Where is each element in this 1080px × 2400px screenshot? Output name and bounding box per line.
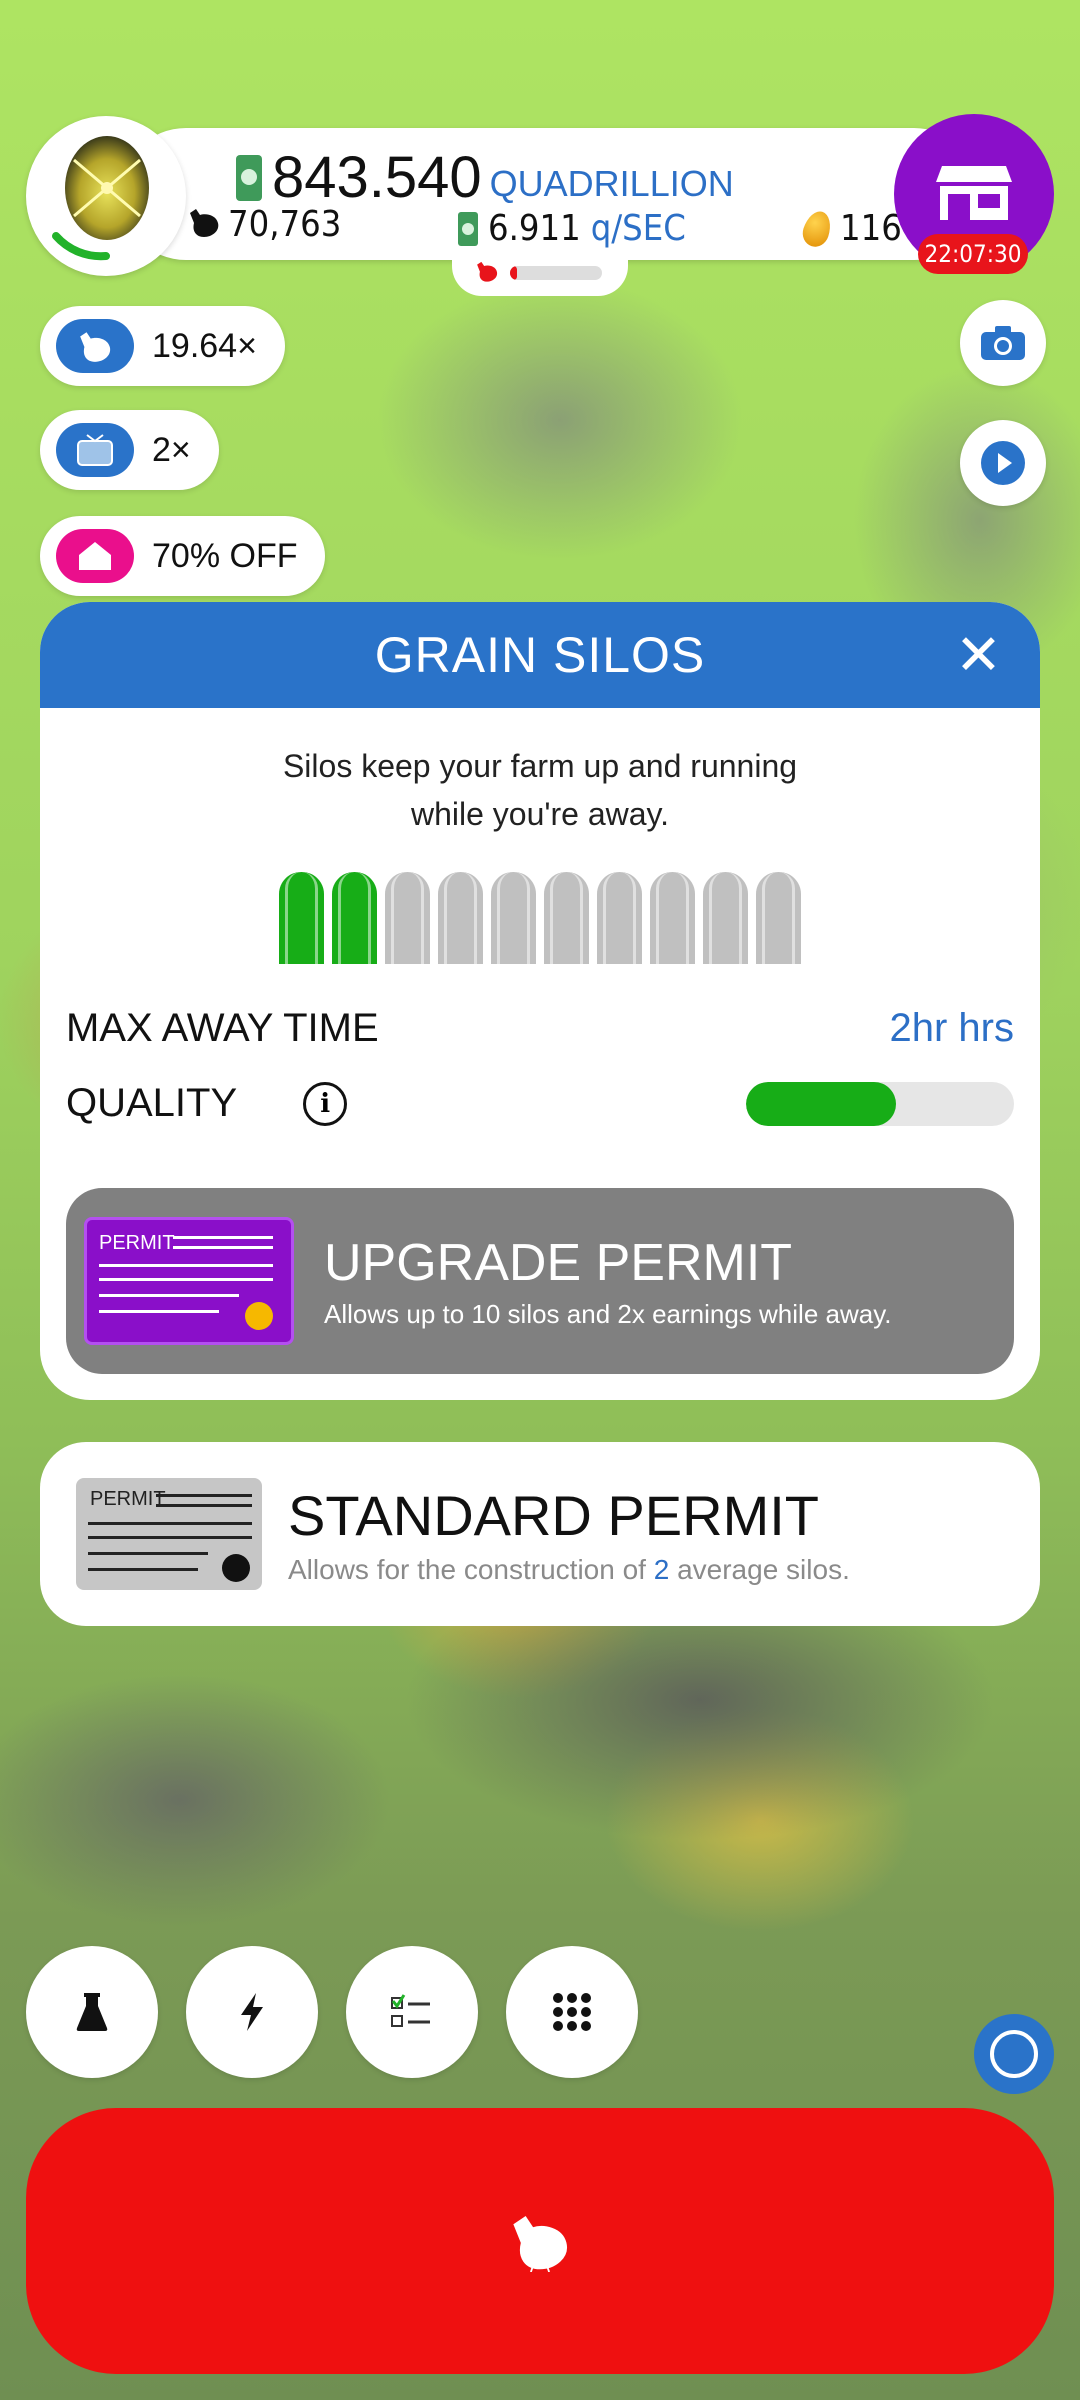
- camera-icon: [981, 326, 1025, 360]
- house-icon: [56, 529, 134, 583]
- silo-empty: [544, 872, 589, 964]
- max-away-row: MAX AWAY TIME 2hr hrs: [40, 1006, 1040, 1051]
- chicken-boost-value: 19.64×: [152, 326, 257, 365]
- play-video-button[interactable]: [960, 420, 1046, 506]
- chicken-icon: [513, 2216, 567, 2272]
- missions-button[interactable]: [346, 1946, 478, 2078]
- rate-value: 6.911: [488, 208, 581, 249]
- hab-sale-pill[interactable]: 70% OFF: [40, 516, 326, 596]
- gray-permit-card-icon: PERMIT: [76, 1478, 262, 1590]
- fusion-egg-icon: [65, 136, 149, 240]
- standard-permit-title: STANDARD PERMIT: [288, 1483, 819, 1547]
- tv-icon: [56, 423, 134, 477]
- chicken-boost-pill[interactable]: 19.64×: [40, 306, 285, 386]
- close-icon[interactable]: ✕: [952, 627, 1006, 683]
- money-unit: QUADRILLION: [489, 163, 734, 204]
- lightning-icon: [241, 1993, 263, 2031]
- permit-card-label: PERMIT: [99, 1232, 175, 1254]
- grid-icon: [553, 1993, 591, 2031]
- standard-permit-subtitle-post: average silos.: [669, 1553, 850, 1585]
- silo-empty: [491, 872, 536, 964]
- top-status-bar: 843.540 QUADRILLION 70,763 6.911 q/SEC 1…: [120, 128, 980, 260]
- cash-icon: [236, 155, 262, 201]
- purple-permit-card-icon: PERMIT: [84, 1217, 294, 1345]
- cash-icon: [458, 211, 478, 246]
- chicken-icon: [186, 205, 222, 244]
- flask-icon: [76, 1993, 108, 2031]
- standard-permit-card: PERMIT STANDARD PERMIT Allows for the co…: [40, 1442, 1040, 1626]
- video-boost-pill[interactable]: 2×: [40, 410, 219, 490]
- standard-permit-subtitle: Allows for the construction of 2 average…: [288, 1554, 850, 1586]
- current-egg-button[interactable]: [26, 116, 186, 276]
- camera-button[interactable]: [960, 300, 1046, 386]
- hab-capacity-tab[interactable]: [452, 250, 628, 296]
- shop-timer: 22:07:30: [918, 234, 1028, 274]
- chicken-count-value: 70,763: [228, 204, 342, 245]
- permit-card-label: PERMIT: [90, 1488, 166, 1510]
- silo-empty: [703, 872, 748, 964]
- boosts-button[interactable]: [186, 1946, 318, 2078]
- golden-egg-icon: [799, 207, 835, 250]
- hab-capacity-bar: [510, 266, 602, 280]
- panel-title: GRAIN SILOS: [374, 627, 706, 683]
- silo-empty: [385, 872, 430, 964]
- chicken-count: 70,763: [186, 204, 341, 245]
- rate-unit: q/SEC: [590, 208, 686, 249]
- upgrade-permit-subtitle: Allows up to 10 silos and 2x earnings wh…: [324, 1298, 892, 1329]
- panel-header: GRAIN SILOS ✕: [40, 602, 1040, 708]
- play-icon: [981, 441, 1025, 485]
- golden-egg-value: 116: [840, 208, 902, 249]
- quality-bar: [746, 1081, 1014, 1126]
- silo-empty: [597, 872, 642, 964]
- panel-description: Silos keep your farm up and running whil…: [282, 748, 798, 832]
- max-away-value: 2hr hrs: [889, 1006, 1015, 1050]
- hatch-chicken-button[interactable]: [26, 2108, 1054, 2374]
- chicken-icon: [56, 319, 134, 373]
- hab-sale-value: 70% OFF: [152, 536, 298, 575]
- quality-label: QUALITY: [66, 1081, 238, 1125]
- money-amount: 843.540: [272, 145, 482, 210]
- upgrade-permit-button[interactable]: PERMIT UPGRADE PERMIT Allows up to 10 si…: [66, 1188, 1014, 1374]
- circle-icon: [990, 2030, 1038, 2078]
- earning-rate: 6.911 q/SEC: [458, 208, 686, 249]
- silo-row: [40, 872, 1040, 964]
- standard-permit-subtitle-pre: Allows for the construction of: [288, 1553, 654, 1585]
- silo-empty: [756, 872, 801, 964]
- checklist-icon: [391, 1994, 430, 2027]
- silo-filled: [332, 872, 377, 964]
- shop-icon: [936, 166, 1012, 220]
- menu-button[interactable]: [506, 1946, 638, 2078]
- standard-permit-silo-count: 2: [653, 1553, 670, 1585]
- money-display: 843.540 QUADRILLION: [236, 144, 734, 211]
- video-boost-value: 2×: [152, 430, 191, 469]
- max-away-label: MAX AWAY TIME: [66, 1006, 379, 1050]
- quality-row: QUALITY i: [40, 1081, 1040, 1126]
- silo-empty: [650, 872, 695, 964]
- silo-filled: [279, 872, 324, 964]
- grain-silos-panel: GRAIN SILOS ✕ Silos keep your farm up an…: [40, 602, 1040, 1400]
- overlay-assistant-button[interactable]: [974, 2014, 1054, 2094]
- golden-egg-count[interactable]: 116: [799, 207, 902, 250]
- chicken-icon: [474, 259, 500, 288]
- research-button[interactable]: [26, 1946, 158, 2078]
- info-icon[interactable]: i: [303, 1081, 348, 1126]
- silo-empty: [438, 872, 483, 964]
- upgrade-permit-title: UPGRADE PERMIT: [324, 1233, 793, 1292]
